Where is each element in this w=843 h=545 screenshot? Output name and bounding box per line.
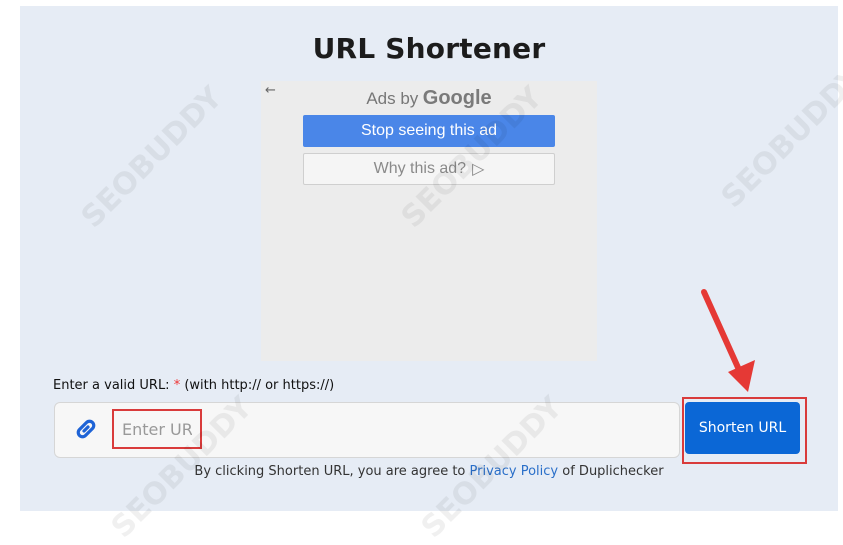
page-title: URL Shortener — [312, 32, 546, 65]
terms-prefix: By clicking Shorten URL, you are agree t… — [194, 464, 466, 479]
terms-suffix: of Duplichecker — [562, 464, 664, 479]
google-logo: Google — [422, 87, 492, 109]
url-label-text: Enter a valid URL: — [53, 378, 170, 393]
shorten-url-button[interactable]: Shorten URL — [685, 402, 800, 454]
play-outline-icon: ▷ — [472, 161, 485, 178]
ads-by-google: Ads by Google — [261, 87, 597, 110]
ad-container: ← Ads by Google Stop seeing this ad Why … — [261, 81, 597, 361]
privacy-policy-link[interactable]: Privacy Policy — [470, 464, 559, 479]
why-this-ad-button[interactable]: Why this ad? ▷ — [303, 153, 555, 185]
terms-text: By clicking Shorten URL, you are agree t… — [20, 464, 838, 479]
url-input[interactable] — [112, 409, 202, 449]
ads-by-text: Ads by — [366, 89, 419, 108]
stop-seeing-ad-button[interactable]: Stop seeing this ad — [303, 115, 555, 147]
why-this-ad-label: Why this ad? — [373, 160, 467, 177]
url-shortener-panel: URL Shortener ← Ads by Google Stop seein… — [20, 6, 838, 511]
url-label-hint: (with http:// or https://) — [184, 378, 335, 393]
url-field-label: Enter a valid URL: * (with http:// or ht… — [53, 378, 334, 393]
required-mark: * — [173, 378, 181, 393]
link-icon — [76, 419, 96, 439]
